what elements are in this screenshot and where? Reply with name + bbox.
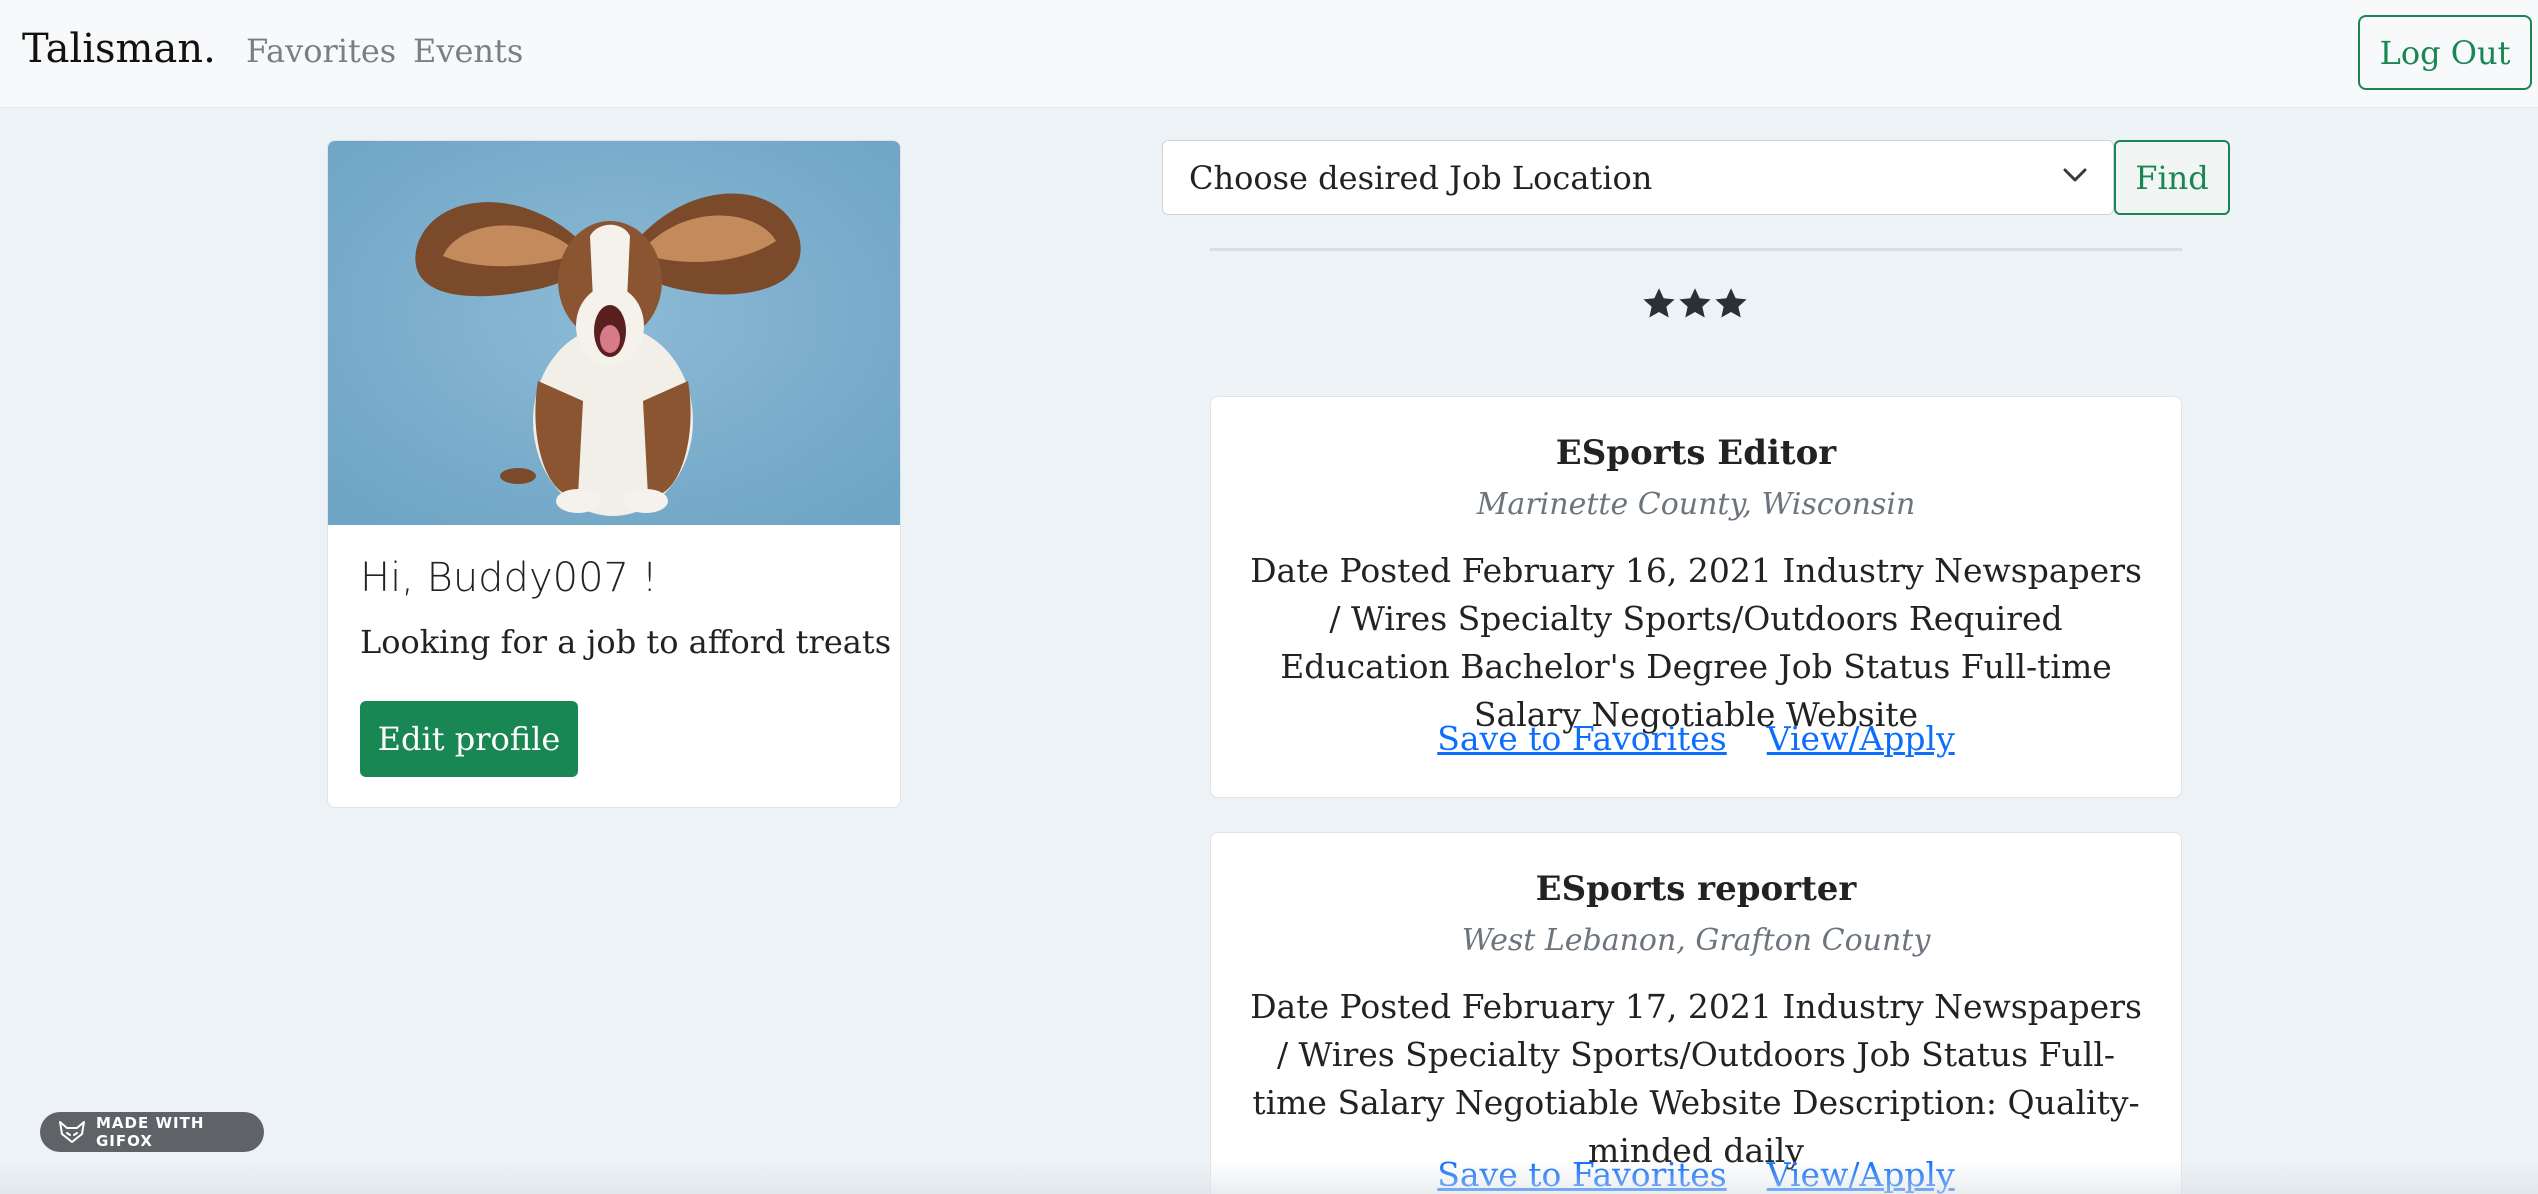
star-icon — [1715, 288, 1747, 318]
find-button[interactable]: Find — [2114, 140, 2230, 215]
profile-card: Hi, Buddy007 ! Looking for a job to affo… — [327, 140, 901, 808]
view-apply-link[interactable]: View/Apply — [1767, 719, 1955, 758]
nav-link-favorites[interactable]: Favorites — [246, 32, 396, 70]
job-location: Marinette County, Wisconsin — [1476, 487, 1916, 522]
save-to-favorites-link[interactable]: Save to Favorites — [1437, 719, 1726, 758]
profile-greeting: Hi, Buddy007 ! — [360, 555, 658, 601]
job-card: ESports reporter West Lebanon, Grafton C… — [1210, 832, 2182, 1194]
divider — [1210, 248, 2182, 251]
nav-link-events[interactable]: Events — [413, 32, 523, 70]
job-title: ESports Editor — [1555, 433, 1837, 473]
job-actions: Save to Favorites View/Apply — [1211, 719, 2181, 758]
save-to-favorites-link[interactable]: Save to Favorites — [1437, 1155, 1726, 1194]
view-apply-link[interactable]: View/Apply — [1767, 1155, 1955, 1194]
job-location-select-value: Choose desired Job Location — [1189, 158, 1653, 197]
chevron-down-icon — [2063, 168, 2087, 182]
brand-logo[interactable]: Talisman. — [22, 26, 216, 72]
edit-profile-button[interactable]: Edit profile — [360, 701, 578, 777]
gifox-badge: MADE WITH GIFOX — [40, 1112, 264, 1152]
job-actions: Save to Favorites View/Apply — [1211, 1155, 2181, 1194]
job-title: ESports reporter — [1535, 869, 1857, 909]
logout-button[interactable]: Log Out — [2358, 15, 2532, 90]
fox-icon — [59, 1121, 85, 1143]
job-location-select[interactable]: Choose desired Job Location — [1162, 140, 2114, 215]
job-card: ESports Editor Marinette County, Wiscons… — [1210, 396, 2182, 798]
profile-photo — [328, 141, 900, 525]
navbar: Talisman. Favorites Events Log Out — [0, 0, 2538, 108]
gifox-label: MADE WITH GIFOX — [96, 1114, 205, 1150]
star-icon — [1643, 288, 1675, 318]
job-description: Date Posted February 17, 2021 Industry N… — [1250, 987, 2142, 1170]
rating-stars — [1641, 286, 1751, 326]
job-location: West Lebanon, Grafton County — [1461, 923, 1931, 958]
job-description: Date Posted February 16, 2021 Industry N… — [1250, 551, 2142, 734]
star-icon — [1679, 288, 1711, 318]
profile-bio: Looking for a job to afford treats — [360, 623, 892, 661]
